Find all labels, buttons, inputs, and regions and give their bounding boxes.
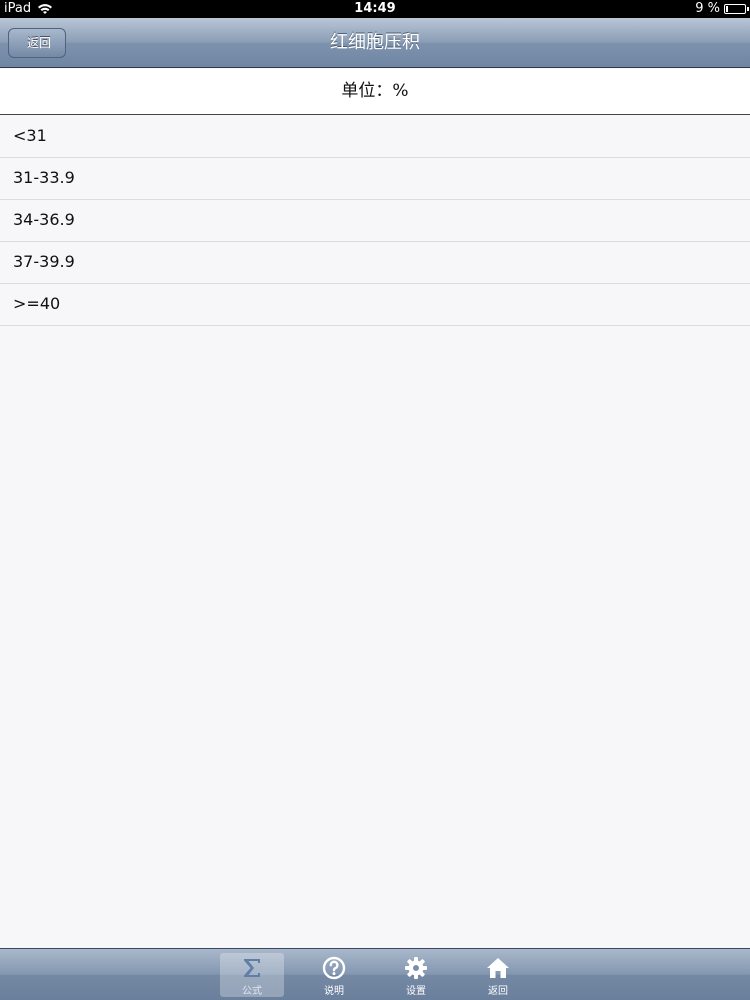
unit-header: 单位：% — [0, 69, 750, 115]
battery-fill — [726, 6, 728, 12]
back-button[interactable]: 返回 — [8, 28, 66, 58]
tab-home[interactable]: 返回 — [466, 953, 530, 997]
tab-label: 说明 — [324, 986, 344, 997]
home-icon — [487, 958, 509, 978]
gear-icon — [405, 957, 427, 979]
range-list: <31 31-33.9 34-36.9 37-39.9 >=40 — [0, 116, 750, 326]
tab-settings[interactable]: 设置 — [384, 953, 448, 997]
tab-label: 公式 — [242, 986, 262, 997]
status-time: 14:49 — [354, 1, 396, 16]
tab-label: 设置 — [406, 986, 426, 997]
question-icon — [322, 956, 346, 980]
list-item[interactable]: 31-33.9 — [0, 158, 750, 200]
battery-percent: 9 % — [695, 1, 720, 16]
status-bar: iPad 14:49 9 % — [0, 0, 750, 18]
sigma-icon — [244, 959, 260, 977]
tab-formula[interactable]: 公式 — [220, 953, 284, 997]
tab-label: 返回 — [488, 986, 508, 997]
tab-help[interactable]: 说明 — [302, 953, 366, 997]
tab-bar: 公式 说明 设置 返回 — [0, 948, 750, 1000]
navigation-bar: 红细胞压积 返回 — [0, 18, 750, 68]
list-item[interactable]: >=40 — [0, 284, 750, 326]
battery-group: 9 % — [695, 0, 749, 18]
list-item[interactable]: <31 — [0, 116, 750, 158]
list-item[interactable]: 34-36.9 — [0, 200, 750, 242]
battery-icon — [724, 4, 749, 14]
list-item[interactable]: 37-39.9 — [0, 242, 750, 284]
page-title: 红细胞压积 — [330, 32, 420, 53]
back-button-label: 返回 — [27, 36, 52, 50]
